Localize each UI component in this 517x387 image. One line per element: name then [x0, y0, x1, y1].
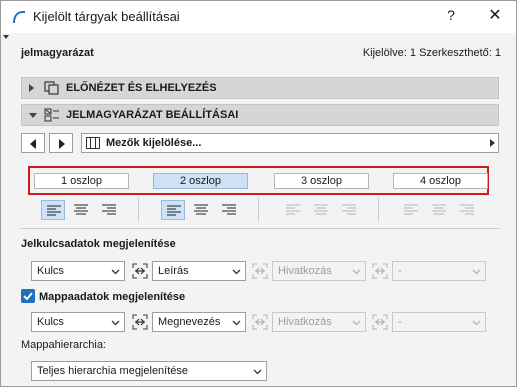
align-left-icon — [404, 204, 418, 215]
chevron-down-icon — [111, 320, 120, 326]
folder-field-2-select[interactable]: Megnevezés — [152, 312, 246, 332]
folder-display-label: Mappaadatok megjelenítése — [39, 291, 186, 303]
section-preview-placement[interactable]: ELŐNÉZET ÉS ELHELYEZÉS — [21, 77, 499, 99]
divider — [378, 198, 379, 222]
select-value: Hivatkozás — [278, 316, 332, 328]
chevron-down-icon — [472, 320, 481, 326]
arrow-right-icon — [59, 139, 65, 149]
align-right-icon — [102, 204, 116, 215]
chevron-down-icon — [111, 269, 120, 275]
column-option-1[interactable]: 1 oszlop — [34, 173, 129, 189]
align-left-button[interactable] — [281, 200, 305, 220]
chevron-down-icon — [352, 320, 361, 326]
title-bar: Kijelölt tárgyak beállításai ? ✕ — [1, 1, 516, 33]
key-field-2-select[interactable]: Leírás — [152, 261, 246, 281]
section-label: ELŐNÉZET ÉS ELHELYEZÉS — [66, 82, 217, 94]
align-center-button[interactable] — [69, 200, 93, 220]
select-value: - — [398, 265, 402, 277]
align-right-button[interactable] — [97, 200, 121, 220]
help-button[interactable]: ? — [441, 7, 461, 23]
key-field-4-select[interactable]: - — [392, 261, 486, 281]
chevron-down-icon — [232, 269, 241, 275]
link-toggle-icon[interactable] — [131, 313, 149, 331]
align-left-button[interactable] — [161, 200, 185, 220]
align-right-icon — [342, 204, 356, 215]
collapse-arrow-icon — [29, 113, 37, 118]
align-center-button[interactable] — [309, 200, 333, 220]
folder-display-checkbox[interactable] — [21, 289, 35, 303]
hierarchy-label: Mappahierarchia: — [21, 339, 106, 351]
dialog-window: Kijelölt tárgyak beállításai ? ✕ jelmagy… — [0, 0, 517, 387]
align-center-icon — [194, 204, 208, 215]
key-display-label: Jelkulcsadatok megjelenítése — [21, 238, 176, 250]
link-toggle-icon[interactable] — [251, 313, 269, 331]
align-center-icon — [74, 204, 88, 215]
close-button[interactable]: ✕ — [483, 5, 507, 25]
chevron-down-icon — [232, 320, 241, 326]
previous-button[interactable] — [21, 133, 45, 153]
align-right-button[interactable] — [217, 200, 241, 220]
section-legend-settings[interactable]: JELMAGYARÁZAT BEÁLLÍTÁSAI — [21, 104, 499, 126]
align-center-button[interactable] — [427, 200, 451, 220]
select-value: Leírás — [158, 265, 189, 277]
align-left-button[interactable] — [399, 200, 423, 220]
key-field-3-select[interactable]: Hivatkozás — [272, 261, 366, 281]
chevron-down-icon — [472, 269, 481, 275]
select-value: Kulcs — [37, 316, 64, 328]
align-left-icon — [286, 204, 300, 215]
selection-count: Kijelölve: 1 Szerkeszthető: 1 — [362, 47, 501, 59]
select-fields-label: Mezők kijelölése... — [106, 137, 202, 149]
checkmark-icon — [23, 292, 33, 301]
align-center-icon — [432, 204, 446, 215]
align-center-icon — [314, 204, 328, 215]
align-center-button[interactable] — [189, 200, 213, 220]
link-toggle-icon[interactable] — [371, 262, 389, 280]
select-value: Megnevezés — [158, 316, 221, 328]
link-toggle-icon[interactable] — [131, 262, 149, 280]
hierarchy-select[interactable]: Teljes hierarchia megjelenítése — [31, 361, 267, 381]
column-option-4[interactable]: 4 oszlop — [393, 173, 488, 189]
select-value: Teljes hierarchia megjelenítése — [37, 365, 189, 377]
folder-field-1-select[interactable]: Kulcs — [31, 312, 125, 332]
legend-settings-icon — [44, 108, 59, 122]
align-left-icon — [167, 205, 181, 216]
key-field-1-select[interactable]: Kulcs — [31, 261, 125, 281]
chevron-right-icon — [490, 139, 495, 147]
align-left-icon — [47, 205, 61, 216]
folder-field-3-select[interactable]: Hivatkozás — [272, 312, 366, 332]
align-right-button[interactable] — [337, 200, 361, 220]
select-fields-button[interactable]: Mezők kijelölése... — [81, 133, 499, 153]
select-value: Hivatkozás — [278, 265, 332, 277]
field-navigation-row: Mezők kijelölése... — [21, 133, 499, 155]
columns-icon — [86, 137, 100, 149]
select-value: Kulcs — [37, 265, 64, 277]
window-title: Kijelölt tárgyak beállításai — [33, 9, 180, 24]
arrow-left-icon — [30, 139, 36, 149]
align-right-icon — [222, 204, 236, 215]
align-right-icon — [460, 204, 474, 215]
expand-arrow-icon — [29, 84, 34, 92]
chevron-down-icon — [253, 369, 262, 375]
section-label: JELMAGYARÁZAT BEÁLLÍTÁSAI — [66, 109, 239, 121]
collapse-arrow-icon[interactable] — [3, 35, 9, 39]
column-option-3[interactable]: 3 oszlop — [274, 173, 369, 189]
column-count-group: 1 oszlop 2 oszlop 3 oszlop 4 oszlop — [28, 166, 489, 195]
divider — [138, 198, 139, 222]
align-left-button[interactable] — [41, 200, 65, 220]
link-toggle-icon[interactable] — [371, 313, 389, 331]
element-name: jelmagyarázat — [21, 47, 94, 59]
folder-field-4-select[interactable]: - — [392, 312, 486, 332]
preview-placement-icon — [44, 81, 59, 95]
column-option-2[interactable]: 2 oszlop — [153, 173, 248, 189]
app-icon — [13, 11, 25, 23]
chevron-down-icon — [352, 269, 361, 275]
next-button[interactable] — [49, 133, 73, 153]
divider — [258, 198, 259, 222]
select-value: - — [398, 316, 402, 328]
divider — [21, 228, 499, 229]
align-right-button[interactable] — [455, 200, 479, 220]
link-toggle-icon[interactable] — [251, 262, 269, 280]
